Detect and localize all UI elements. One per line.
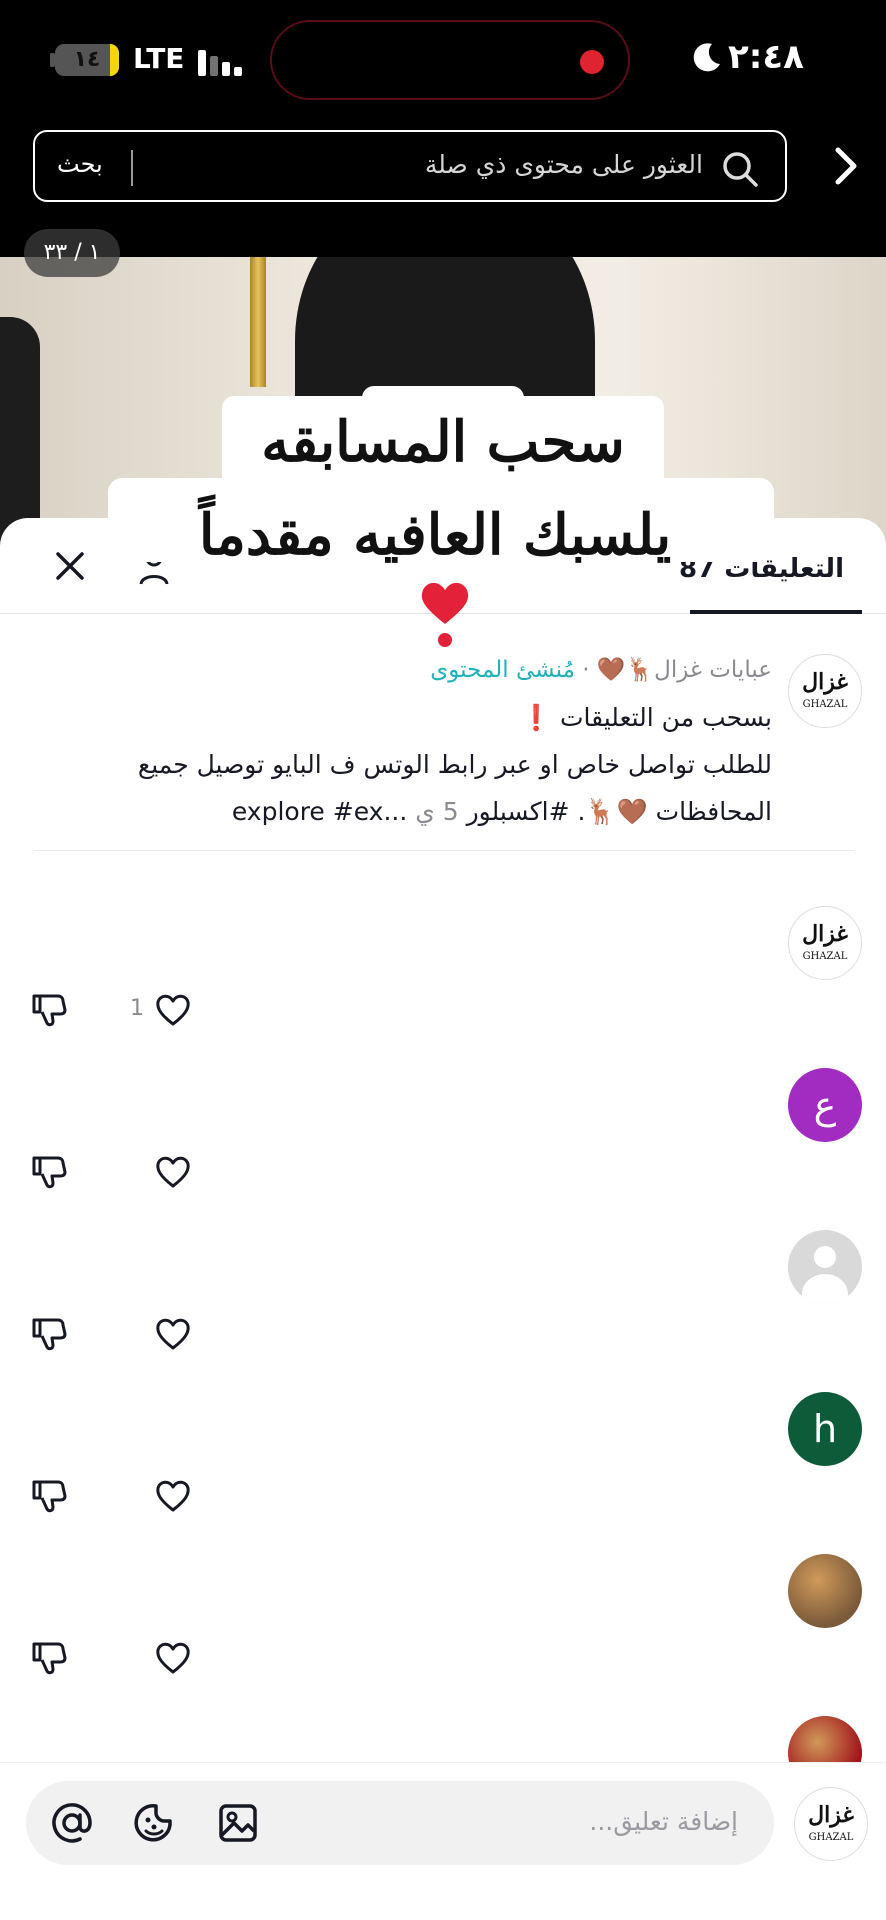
signal-icon — [198, 48, 244, 76]
avatar-logo-sub: GHAZAL — [802, 951, 848, 962]
caption-line-2: للطلب تواصل خاص او عبر رابط الوتس ف البا… — [137, 750, 772, 779]
network-type: LTE — [133, 42, 185, 75]
status-time: ٢:٤٨ — [728, 37, 804, 77]
current-user-avatar: غزال GHAZAL — [794, 1787, 868, 1861]
caption-line-1: بسحب من التعليقات ❗️ — [520, 703, 772, 732]
avatar-logo-sub: GHAZAL — [802, 699, 848, 710]
avatar-logo-text: غزال — [802, 669, 848, 695]
close-icon[interactable] — [52, 548, 88, 584]
comment-avatar[interactable]: h — [788, 1392, 862, 1466]
default-avatar-body — [802, 1274, 848, 1304]
exclamation-heart-icon — [421, 582, 469, 647]
avatar-letter: ع — [813, 1083, 837, 1127]
like-count: 1 — [130, 996, 144, 1021]
caption-username-row[interactable]: عبايات غزال🦌🤎 · مُنشئ المحتوى — [430, 656, 772, 683]
like-icon[interactable] — [154, 1640, 192, 1676]
at-icon[interactable] — [50, 1801, 94, 1845]
comment-input-placeholder[interactable]: إضافة تعليق... — [589, 1807, 738, 1836]
like-icon[interactable] — [154, 992, 192, 1028]
image-icon[interactable] — [216, 1801, 260, 1845]
comment-avatar[interactable] — [788, 1230, 862, 1304]
emoji-icon[interactable] — [132, 1801, 176, 1845]
search-button[interactable]: بحث — [57, 150, 103, 178]
recording-dot — [580, 50, 604, 74]
comment-avatar[interactable]: غزال GHAZAL — [788, 906, 862, 980]
search-icon — [723, 152, 758, 187]
default-avatar-icon — [814, 1246, 836, 1268]
comment-input[interactable]: إضافة تعليق... — [26, 1781, 774, 1865]
avatar-logo-text: غزال — [802, 921, 848, 947]
like-icon[interactable] — [154, 1154, 192, 1190]
photo-page-counter: ١ / ٣٣ — [24, 229, 120, 277]
avatar-logo-sub: GHAZAL — [808, 1832, 854, 1843]
dislike-icon[interactable] — [30, 1314, 68, 1352]
dot-separator: · — [574, 657, 590, 683]
caption-username[interactable]: عبايات غزال🦌🤎 — [597, 657, 772, 683]
comment-avatar[interactable] — [788, 1554, 862, 1628]
creator-tag: مُنشئ المحتوى — [430, 657, 575, 683]
dynamic-island — [270, 20, 630, 100]
creator-avatar[interactable]: غزال GHAZAL — [788, 654, 862, 728]
photo-rack-pole — [250, 257, 266, 387]
search-bar[interactable]: بحث العثور على محتوى ذي صلة — [33, 130, 787, 202]
search-divider — [131, 150, 133, 186]
comment-input-bar: إضافة تعليق... غزال GHAZAL — [0, 1762, 886, 1920]
photo-caption-line-2: يلسبك العافيه مقدماً — [198, 502, 672, 568]
photo-caption-line-1: سحب المسابقه — [222, 396, 664, 488]
caption-time: 5 ي — [415, 797, 459, 826]
caption-line-3-text: المحافظات 🤎🦌. #اكسبلور — [466, 797, 772, 826]
dislike-icon[interactable] — [30, 1476, 68, 1514]
status-bar: ١٤ LTE ٢:٤٨ — [0, 0, 886, 125]
battery-percent: ١٤ — [73, 47, 101, 72]
search-input[interactable]: العثور على محتوى ذي صلة — [425, 150, 703, 179]
caption-divider — [34, 850, 854, 851]
battery-indicator: ١٤ — [55, 44, 119, 76]
back-icon[interactable] — [822, 142, 870, 190]
dislike-icon[interactable] — [30, 990, 68, 1028]
like-icon[interactable] — [154, 1316, 192, 1352]
comments-sheet: التعليقات 87 غزال GHAZAL عبايات غزال🦌🤎 ·… — [0, 518, 886, 1920]
dislike-icon[interactable] — [30, 1152, 68, 1190]
dislike-icon[interactable] — [30, 1638, 68, 1676]
photo-left-garment — [0, 317, 40, 547]
moon-icon — [693, 43, 720, 72]
caption-line-3: المحافظات 🤎🦌. #اكسبلور 5 ي ...explore #e… — [232, 797, 772, 827]
caption-more-link[interactable]: ...explore #ex — [232, 797, 407, 826]
avatar-letter: h — [812, 1407, 838, 1451]
like-icon[interactable] — [154, 1478, 192, 1514]
avatar-logo-text: غزال — [808, 1802, 854, 1828]
comment-avatar[interactable]: ع — [788, 1068, 862, 1142]
